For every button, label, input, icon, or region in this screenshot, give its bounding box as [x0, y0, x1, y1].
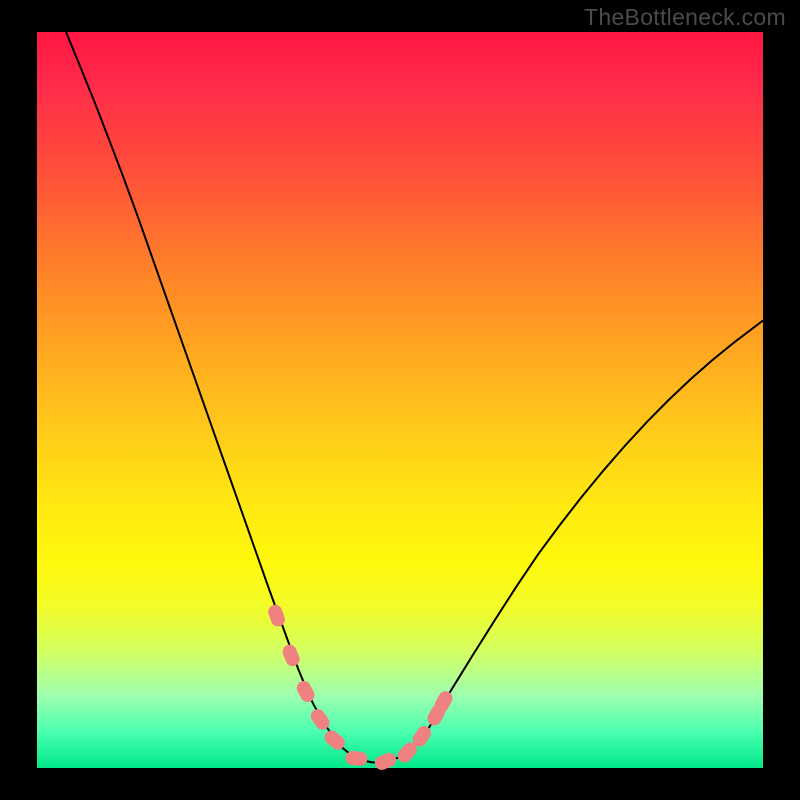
curve-marker [345, 750, 368, 766]
watermark-text: TheBottleneck.com [584, 4, 786, 31]
bottleneck-curve [66, 32, 763, 763]
marker-group [266, 603, 455, 772]
curve-marker [266, 603, 287, 628]
curve-marker [281, 643, 302, 669]
plot-area [37, 32, 763, 768]
curve-marker [373, 751, 399, 772]
chart-svg [37, 32, 763, 768]
chart-frame: TheBottleneck.com [0, 0, 800, 800]
curve-marker [294, 678, 317, 704]
